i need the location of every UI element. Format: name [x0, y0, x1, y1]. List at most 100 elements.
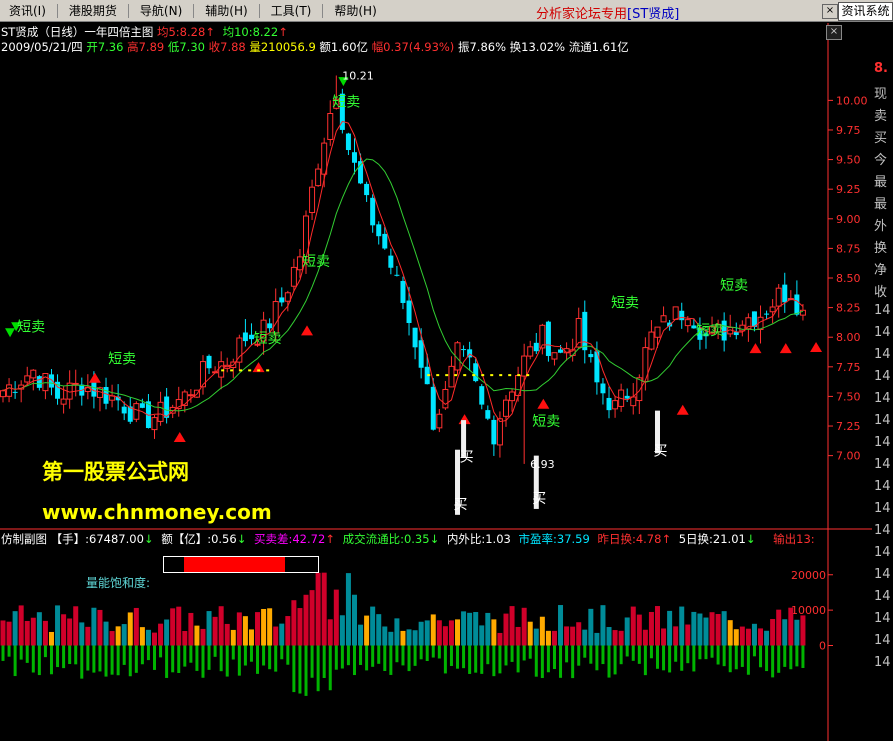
volume-bar-negative — [13, 645, 17, 677]
side-panel-label: 8. — [874, 61, 888, 76]
volume-bar-positive — [467, 612, 473, 646]
side-panel-label: 14 — [874, 391, 891, 406]
side-panel-label: 14 — [874, 325, 891, 340]
volume-bar-positive — [303, 594, 309, 646]
kline-chart[interactable]: 10.00 9.75 9.50 9.25 9.00 8.75 8.50 8.25 8.00 7.7… — [0, 23, 872, 741]
volume-bar-negative — [722, 645, 726, 667]
menu-assist[interactable]: 辅助(H) — [196, 0, 256, 22]
side-panel-label: 14 — [874, 347, 891, 362]
volume-bar-negative — [92, 645, 96, 673]
candle-body-down — [412, 327, 418, 348]
candle-body-up — [521, 355, 528, 377]
volume-bar-positive — [739, 626, 745, 646]
candle-body-down — [764, 313, 770, 315]
price-tick-label: 7.75 — [836, 361, 861, 374]
volume-bar-negative — [534, 645, 538, 677]
side-panel-label: 14 — [874, 523, 891, 538]
volume-bar-negative — [268, 645, 272, 670]
volume-bar-negative — [165, 645, 169, 678]
volume-bar-negative — [140, 645, 144, 665]
candle-body-down — [479, 386, 485, 405]
candle-body-down — [103, 387, 109, 404]
candle-body-up — [187, 394, 194, 397]
menu-navigate[interactable]: 导航(N) — [131, 0, 191, 22]
volume-bar-positive — [545, 630, 551, 646]
candle-body-up — [133, 403, 140, 420]
volume-bar-positive — [351, 594, 357, 646]
volume-bar-negative — [128, 645, 132, 677]
volume-bar-negative — [674, 645, 678, 662]
info-system-button[interactable]: 资讯系统 — [838, 2, 893, 21]
volume-bar-positive — [612, 630, 618, 646]
candle-body-down — [139, 403, 145, 408]
candle-body-down — [545, 321, 551, 356]
volume-bar-positive — [115, 626, 121, 646]
candle-body-down — [400, 280, 406, 303]
signal-label: 短卖 — [302, 254, 330, 270]
volume-bar-negative — [746, 645, 750, 675]
volume-bar-negative — [540, 645, 544, 679]
candle-body-up — [775, 287, 782, 307]
menu-info[interactable]: 资讯(I) — [0, 0, 55, 22]
candle-body-down — [533, 342, 539, 352]
menu-tools[interactable]: 工具(T) — [262, 0, 321, 22]
candle-body-up — [636, 377, 643, 402]
side-panel-label: 14 — [874, 369, 891, 384]
volume-bar-negative — [153, 645, 157, 670]
close-icon[interactable]: × — [826, 25, 842, 40]
candle-body-up — [157, 401, 164, 422]
volume-bar-positive — [12, 611, 18, 646]
price-tick-label: 10.00 — [836, 94, 868, 107]
volume-bar-positive — [109, 631, 115, 646]
volume-bar-negative — [98, 645, 102, 672]
volume-bar-positive — [127, 612, 133, 646]
volume-bar-negative — [183, 645, 187, 667]
volume-bar-negative — [571, 645, 575, 679]
menu-hk-futures[interactable]: 港股期货 — [60, 0, 126, 22]
candle-body-up — [769, 306, 776, 313]
volume-bar-negative — [740, 645, 744, 667]
saturation-fill — [184, 557, 285, 572]
side-panel-label: 收 — [874, 285, 888, 300]
volume-bar-negative — [692, 645, 696, 672]
volume-bar-negative — [649, 645, 653, 659]
menu-separator — [193, 3, 195, 18]
candle-body-up — [327, 113, 334, 140]
volume-bar-positive — [424, 620, 430, 646]
volume-bar-positive — [394, 618, 400, 646]
volume-bar-positive — [321, 572, 327, 646]
volume-bar-positive — [200, 628, 206, 646]
volume-bar-negative — [225, 645, 229, 677]
candle-body-down — [606, 397, 612, 411]
candle-body-up — [181, 391, 188, 406]
price-tick-label: 7.50 — [836, 390, 861, 403]
volume-bar-positive — [455, 619, 461, 646]
volume-bar-negative — [565, 645, 569, 663]
volume-bar-positive — [667, 610, 673, 646]
menu-close-icon[interactable]: × — [822, 4, 838, 19]
volume-bar-negative — [595, 645, 599, 671]
candle-body-down — [491, 419, 497, 445]
candle-body-down — [418, 340, 424, 368]
price-tick-label: 9.75 — [836, 124, 861, 137]
candle-body-down — [36, 376, 42, 388]
menu-help[interactable]: 帮助(H) — [325, 0, 385, 22]
volume-bar-negative — [328, 645, 332, 691]
candle-body-down — [406, 300, 412, 324]
volume-bar-positive — [370, 606, 376, 646]
volume-bar-positive — [406, 629, 412, 646]
volume-bar-positive — [55, 605, 61, 646]
volume-bar-negative — [322, 645, 326, 678]
volume-bar-positive — [212, 616, 218, 646]
buy-signal-triangle — [173, 431, 186, 442]
side-panel-label: 14 — [874, 611, 891, 626]
volume-bar-negative — [668, 645, 672, 673]
volume-bar-positive — [6, 621, 12, 646]
candle-body-down — [267, 323, 273, 329]
volume-bar-positive — [576, 622, 582, 646]
volume-bar-negative — [310, 645, 314, 678]
volume-bar-positive — [648, 611, 654, 646]
volume-bar-positive — [418, 621, 424, 646]
volume-bar-positive — [218, 606, 224, 646]
volume-bar-positive — [61, 614, 67, 646]
